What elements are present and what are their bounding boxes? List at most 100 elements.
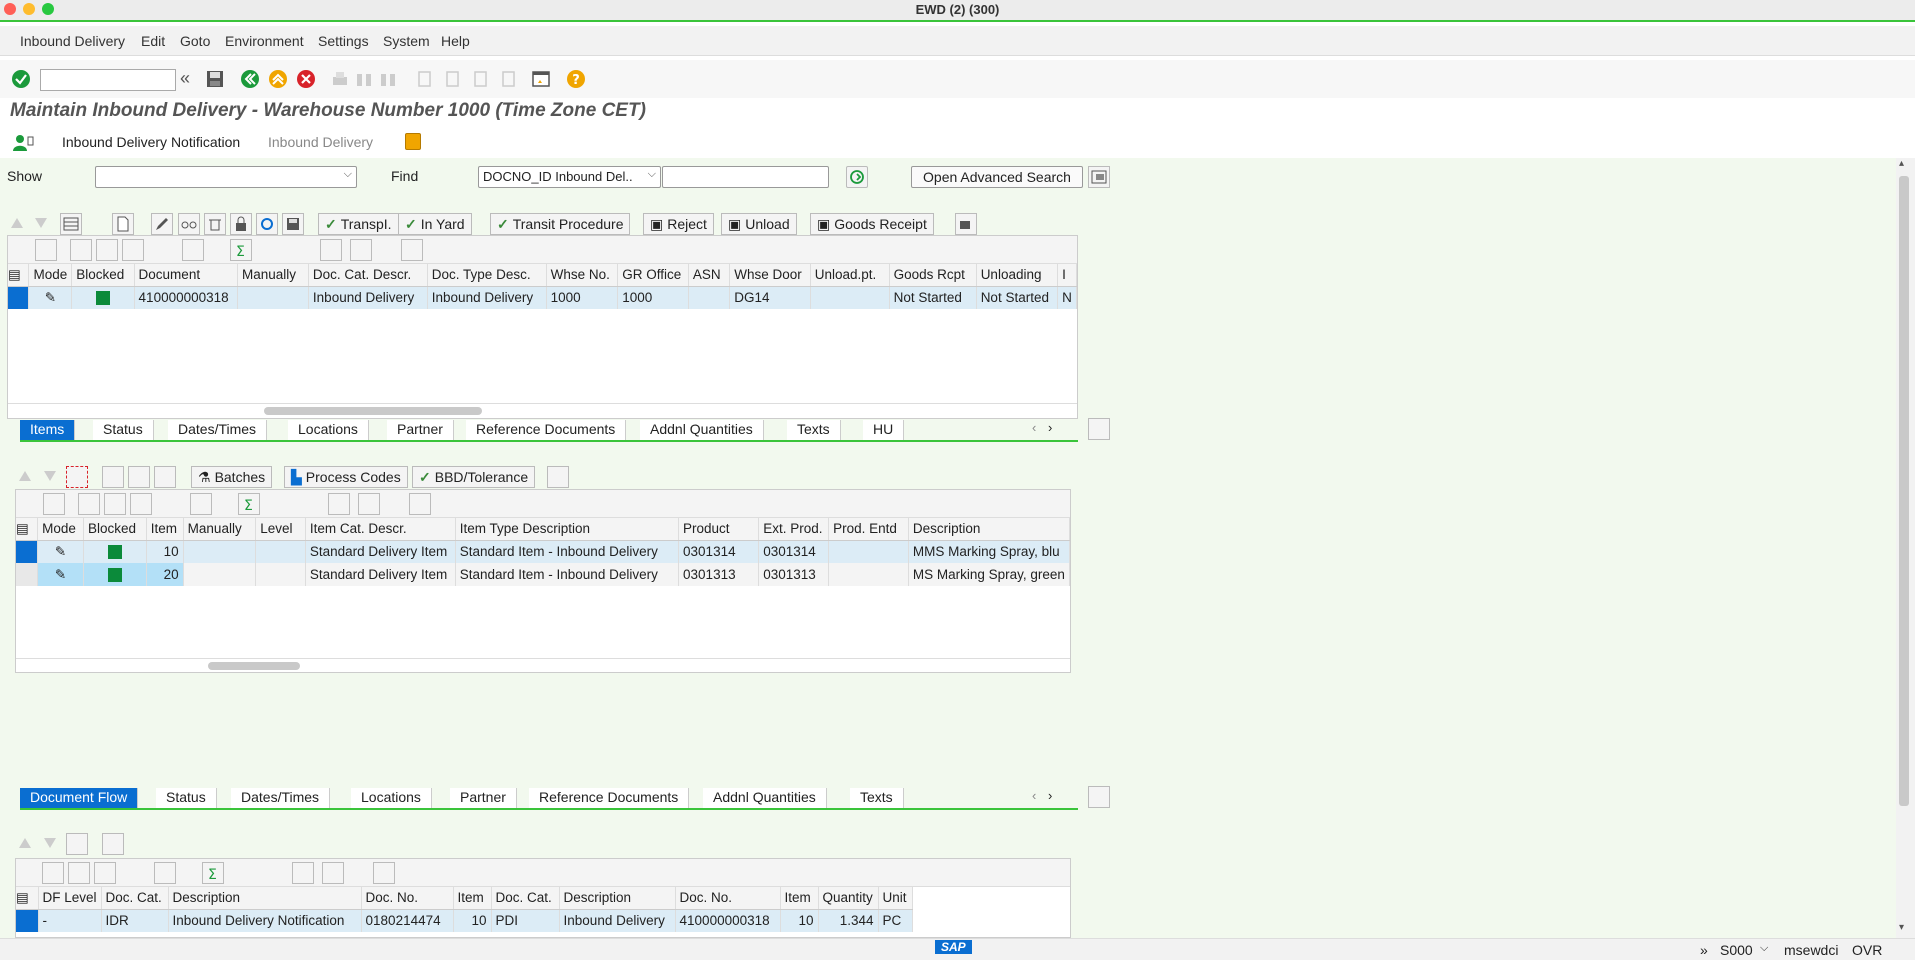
save-header-button[interactable]: [282, 213, 304, 235]
column-header[interactable]: Quantity: [818, 887, 879, 910]
column-header[interactable]: Doc. Cat.: [491, 887, 560, 910]
column-header[interactable]: Item Type Description: [455, 518, 680, 541]
help-icon[interactable]: ?: [566, 69, 586, 89]
sort-ascending-icon[interactable]: [42, 862, 64, 884]
table-row[interactable]: ✎ 20 Standard Delivery Item Standard Ite…: [16, 563, 1070, 586]
find-icon[interactable]: [130, 493, 152, 515]
column-header[interactable]: Doc. No.: [361, 887, 454, 910]
sort-ascending-icon[interactable]: [78, 493, 100, 515]
user-settings-icon[interactable]: [12, 133, 34, 153]
tab-dates-times[interactable]: Dates/Times: [168, 420, 268, 440]
menu-edit[interactable]: Edit: [141, 33, 165, 49]
column-header[interactable]: I: [1057, 264, 1077, 287]
services-button[interactable]: [547, 466, 569, 488]
menu-inbound-delivery[interactable]: Inbound Delivery: [20, 33, 125, 49]
print-preview-icon[interactable]: [373, 862, 395, 884]
row-selector[interactable]: [8, 286, 30, 309]
sum-icon[interactable]: Σ: [238, 493, 260, 515]
column-header[interactable]: ASN: [688, 264, 731, 287]
select-all-icon[interactable]: ▤: [16, 887, 39, 910]
delete-item-button[interactable]: [128, 466, 150, 488]
print-preview-icon[interactable]: [409, 493, 431, 515]
tab-scroll-right-icon[interactable]: ›: [1048, 420, 1052, 435]
split-item-button[interactable]: [154, 466, 176, 488]
row-selector[interactable]: [16, 909, 39, 932]
filter-icon[interactable]: [154, 862, 176, 884]
header-table-hscroll[interactable]: [8, 403, 1077, 417]
column-header[interactable]: Prod. Entd: [828, 518, 909, 541]
tab-addnl-quantities[interactable]: Addnl Quantities: [703, 788, 827, 808]
scroll-down-icon[interactable]: ▾: [1899, 922, 1904, 933]
tab-partner[interactable]: Partner: [450, 788, 517, 808]
enter-icon[interactable]: [11, 69, 31, 89]
display-button[interactable]: [178, 213, 200, 235]
tab-settings-button[interactable]: [1088, 418, 1110, 440]
session-indicator[interactable]: S000: [1720, 942, 1753, 958]
unload-button[interactable]: ▣ Unload: [721, 213, 797, 235]
column-header[interactable]: Ext. Prod.: [758, 518, 830, 541]
tab-texts[interactable]: Texts: [787, 420, 841, 440]
tab-locations[interactable]: Locations: [288, 420, 369, 440]
services-button[interactable]: [955, 213, 977, 235]
tab-texts[interactable]: Texts: [850, 788, 904, 808]
reject-button[interactable]: ▣ Reject: [643, 213, 714, 235]
column-header[interactable]: Description: [168, 887, 362, 910]
tab-dates-times[interactable]: Dates/Times: [231, 788, 331, 808]
column-header[interactable]: Item Cat. Descr.: [305, 518, 456, 541]
column-header[interactable]: Blocked: [83, 518, 147, 541]
layout-button[interactable]: [60, 213, 82, 235]
column-header[interactable]: Doc. Type Desc.: [427, 264, 547, 287]
column-header[interactable]: Doc. Cat.: [101, 887, 169, 910]
views-icon[interactable]: [350, 239, 372, 261]
sort-descending-icon[interactable]: [68, 862, 90, 884]
bbd-tolerance-button[interactable]: ✓ BBD/Tolerance: [412, 466, 536, 488]
page-vscroll[interactable]: ▴ ▾: [1896, 158, 1915, 938]
items-table-hscroll[interactable]: [16, 658, 1070, 672]
column-header[interactable]: Description: [559, 887, 676, 910]
details-icon[interactable]: [35, 239, 57, 261]
note-icon[interactable]: [405, 133, 421, 150]
column-header[interactable]: DF Level: [38, 887, 102, 910]
column-header[interactable]: Unit: [878, 887, 913, 910]
doc-no-cell[interactable]: 410000000318: [675, 909, 781, 932]
tab-partner[interactable]: Partner: [387, 420, 454, 440]
item-cell[interactable]: 20: [146, 563, 184, 586]
chevron-down-icon[interactable]: ⌵: [1760, 942, 1768, 955]
select-all-icon[interactable]: ▤: [8, 264, 30, 287]
tab-document-flow[interactable]: Document Flow: [20, 788, 139, 808]
collapse-command-icon[interactable]: «: [180, 68, 190, 89]
find-icon[interactable]: [94, 862, 116, 884]
sort-descending-icon[interactable]: [96, 239, 118, 261]
show-dropdown[interactable]: ⌵: [95, 166, 357, 188]
settings-panel-button[interactable]: [1088, 166, 1110, 188]
edit-mode-icon[interactable]: ✎: [28, 286, 73, 309]
search-execute-button[interactable]: [846, 166, 868, 188]
print-preview-icon[interactable]: [401, 239, 423, 261]
filter-icon[interactable]: [182, 239, 204, 261]
open-advanced-search-button[interactable]: Open Advanced Search: [911, 166, 1083, 188]
table-row[interactable]: ✎ 10 Standard Delivery Item Standard Ite…: [16, 540, 1070, 563]
column-header[interactable]: Unloading: [976, 264, 1059, 287]
find-input[interactable]: [662, 166, 829, 188]
tab-locations[interactable]: Locations: [351, 788, 432, 808]
layout-button[interactable]: [66, 833, 88, 855]
in-yard-button[interactable]: ✓ In Yard: [398, 213, 472, 235]
refresh-button[interactable]: [256, 213, 278, 235]
export-icon[interactable]: [292, 862, 314, 884]
row-selector[interactable]: [16, 540, 39, 563]
lock-button[interactable]: [230, 213, 252, 235]
tab-scroll-right-icon[interactable]: ›: [1048, 788, 1052, 803]
sort-descending-icon[interactable]: [104, 493, 126, 515]
tab-scroll-left-icon[interactable]: ‹: [1032, 788, 1036, 803]
save-icon[interactable]: [205, 69, 225, 89]
doc-no-cell[interactable]: 0180214474: [361, 909, 454, 932]
transpl-button[interactable]: ✓ TranspI.: [318, 213, 399, 235]
menu-help[interactable]: Help: [441, 33, 470, 49]
column-header[interactable]: Whse Door: [729, 264, 811, 287]
column-header[interactable]: Unload.pt.: [810, 264, 890, 287]
select-all-icon[interactable]: ▤: [16, 518, 39, 541]
sum-icon[interactable]: Σ: [230, 239, 252, 261]
inbound-delivery-notification-link[interactable]: Inbound Delivery Notification: [62, 134, 240, 150]
export-icon[interactable]: [320, 239, 342, 261]
edit-mode-icon[interactable]: ✎: [37, 540, 84, 563]
